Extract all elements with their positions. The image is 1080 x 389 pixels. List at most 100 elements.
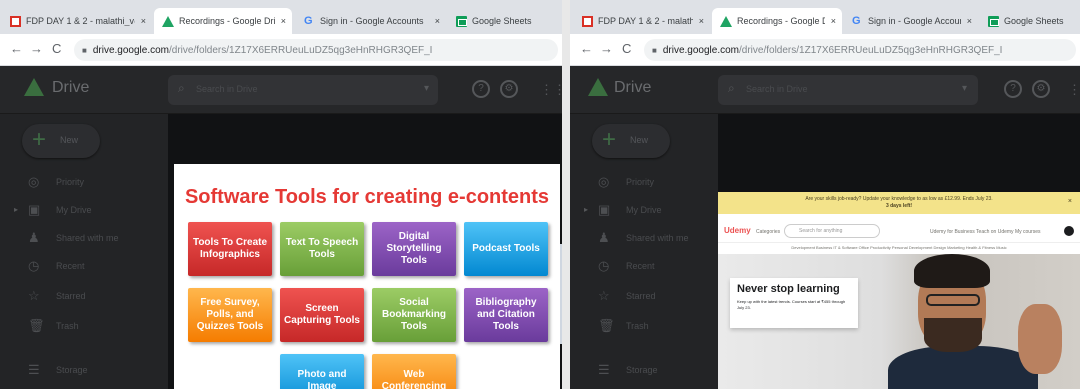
lock-icon: ■ xyxy=(82,45,87,55)
sidebar-item-storage[interactable]: ☰ Storage xyxy=(0,360,160,382)
tab-drive-recordings[interactable]: Recordings - Google Drive × xyxy=(712,8,842,34)
tab-title: FDP DAY 1 & 2 - malathi_v@eri xyxy=(26,16,135,26)
tab-gmail[interactable]: FDP DAY 1 & 2 - malathi_v@eri × xyxy=(2,8,152,34)
trash-icon: 🗑 xyxy=(598,318,615,333)
tab-google-signin[interactable]: G Sign in - Google Accounts × xyxy=(296,8,446,34)
hero-person-shirt xyxy=(888,346,1038,389)
tab-google-sheets[interactable]: Google Sheets xyxy=(980,8,1078,34)
hero-person-beard xyxy=(924,318,982,352)
settings-gear-icon[interactable]: ⚙ xyxy=(1032,80,1050,98)
tool-box-survey-polls: Free Survey, Polls, and Quizzes Tools xyxy=(188,288,272,342)
new-button-label: New xyxy=(60,135,79,145)
url-input[interactable]: ■ drive.google.com /drive/folders/1Z17X6… xyxy=(644,39,1076,61)
drive-search-input[interactable]: ⌕ Search in Drive ▾ xyxy=(718,75,978,105)
reload-icon[interactable]: C xyxy=(52,41,61,56)
tab-title: Sign in - Google Accounts xyxy=(320,16,424,26)
sidebar-item-my-drive[interactable]: ▸ ▣ My Drive xyxy=(570,200,730,222)
close-icon[interactable]: × xyxy=(831,16,836,26)
hero-person-glasses xyxy=(926,294,980,306)
sidebar-item-label: Storage xyxy=(626,365,658,375)
tab-gmail[interactable]: FDP DAY 1 & 2 - malathi_v@eri × xyxy=(574,8,710,34)
plus-icon: + xyxy=(602,126,617,153)
search-options-icon[interactable]: ▾ xyxy=(962,83,967,94)
drive-header: Drive ⌕ Search in Drive ▾ ? ⚙ ⋮ xyxy=(570,66,1080,114)
help-icon[interactable]: ? xyxy=(472,80,490,98)
sidebar-item-shared[interactable]: ♟ Shared with me xyxy=(0,228,160,250)
expand-icon[interactable]: ▸ xyxy=(584,205,588,214)
sidebar-item-starred[interactable]: ☆ Starred xyxy=(0,286,160,308)
new-button[interactable]: + New xyxy=(592,124,670,158)
hero-person-hand xyxy=(1018,304,1062,374)
address-bar: ← → C ■ drive.google.com /drive/folders/… xyxy=(0,34,562,66)
udemy-search-input[interactable]: Search for anything xyxy=(784,224,880,238)
storage-icon: ☰ xyxy=(598,362,610,377)
udemy-header-links[interactable]: Udemy for Business Teach on Udemy My cou… xyxy=(930,229,1041,235)
categories-link[interactable]: Categories xyxy=(756,229,780,235)
sidebar-item-starred[interactable]: ☆ Starred xyxy=(570,286,730,308)
expand-icon[interactable]: ▸ xyxy=(14,205,18,214)
video-player[interactable]: Software Tools for creating e-contents T… xyxy=(168,114,562,389)
search-options-icon[interactable]: ▾ xyxy=(424,83,429,94)
close-icon[interactable]: × xyxy=(141,16,146,26)
app-name: Drive xyxy=(614,79,652,96)
hero-banner: Never stop learning Keep up with the lat… xyxy=(718,254,1080,389)
storage-icon: ☰ xyxy=(28,362,40,377)
sidebar-item-recent[interactable]: ◷ Recent xyxy=(570,256,730,278)
close-icon[interactable]: × xyxy=(435,16,440,26)
sidebar-item-storage[interactable]: ☰ Storage xyxy=(570,360,730,382)
sidebar-item-trash[interactable]: 🗑 Trash xyxy=(0,316,160,338)
udemy-category-bar[interactable]: Development Business IT & Software Offic… xyxy=(718,242,1080,252)
back-icon[interactable]: ← xyxy=(580,41,593,56)
apps-grid-icon[interactable]: ⋮⋮ xyxy=(540,82,562,98)
google-icon: G xyxy=(304,14,313,27)
tool-box-photo-image: Photo and Image xyxy=(280,354,364,389)
sidebar-item-label: Shared with me xyxy=(56,233,119,243)
sidebar-item-trash[interactable]: 🗑 Trash xyxy=(570,316,730,338)
banner-close-icon[interactable]: × xyxy=(1068,198,1072,205)
reload-icon[interactable]: C xyxy=(622,41,631,56)
gmail-icon xyxy=(10,15,21,27)
forward-icon[interactable]: → xyxy=(600,41,613,56)
my-drive-icon: ▣ xyxy=(598,202,611,217)
new-button[interactable]: + New xyxy=(22,124,100,158)
sidebar-item-label: Trash xyxy=(56,321,79,331)
sidebar-item-label: Recent xyxy=(626,261,655,271)
trash-icon: 🗑 xyxy=(28,318,45,333)
search-icon: ⌕ xyxy=(728,81,735,95)
sidebar-item-label: Storage xyxy=(56,365,88,375)
drive-search-input[interactable]: ⌕ Search in Drive ▾ xyxy=(168,75,438,105)
tool-box-screen-capturing: Screen Capturing Tools xyxy=(280,288,364,342)
search-placeholder: Search in Drive xyxy=(746,84,808,94)
settings-gear-icon[interactable]: ⚙ xyxy=(500,80,518,98)
sidebar-item-my-drive[interactable]: ▸ ▣ My Drive xyxy=(0,200,160,222)
help-icon[interactable]: ? xyxy=(1004,80,1022,98)
close-icon[interactable]: × xyxy=(699,16,704,26)
sidebar-item-priority[interactable]: ◎ Priority xyxy=(570,172,730,194)
tab-google-sheets[interactable]: Google Sheets xyxy=(448,8,560,34)
sheets-icon xyxy=(988,15,999,27)
tab-strip: FDP DAY 1 & 2 - malathi_v@eri × Recordin… xyxy=(570,0,1080,34)
close-icon[interactable]: × xyxy=(967,16,972,26)
drive-logo-icon xyxy=(24,78,44,96)
tool-box-bibliography: Bibliography and Citation Tools xyxy=(464,288,548,342)
back-icon[interactable]: ← xyxy=(10,41,23,56)
drive-header: Drive ⌕ Search in Drive ▾ ? ⚙ ⋮⋮ xyxy=(0,66,562,114)
video-player[interactable] xyxy=(718,114,1080,192)
close-icon[interactable]: × xyxy=(281,16,286,26)
tab-google-signin[interactable]: G Sign in - Google Accounts × xyxy=(844,8,978,34)
sidebar-item-label: Priority xyxy=(56,177,85,187)
sidebar-item-priority[interactable]: ◎ Priority xyxy=(0,172,160,194)
udemy-logo[interactable]: Udemy xyxy=(724,226,751,235)
lock-icon: ■ xyxy=(652,45,657,55)
url-input[interactable]: ■ drive.google.com /drive/folders/1Z17X6… xyxy=(74,39,558,61)
slide-title: Software Tools for creating e-contents xyxy=(184,186,550,208)
tab-drive-recordings[interactable]: Recordings - Google Drive × xyxy=(154,8,292,34)
sidebar-item-recent[interactable]: ◷ Recent xyxy=(0,256,160,278)
hero-card: Never stop learning Keep up with the lat… xyxy=(730,278,858,328)
tool-box-storytelling: Digital Storytelling Tools xyxy=(372,222,456,276)
apps-grid-icon[interactable]: ⋮ xyxy=(1068,82,1080,98)
avatar[interactable] xyxy=(1064,226,1074,236)
sidebar-item-shared[interactable]: ♟ Shared with me xyxy=(570,228,730,250)
url-domain: drive.google.com xyxy=(662,44,739,56)
forward-icon[interactable]: → xyxy=(30,41,43,56)
